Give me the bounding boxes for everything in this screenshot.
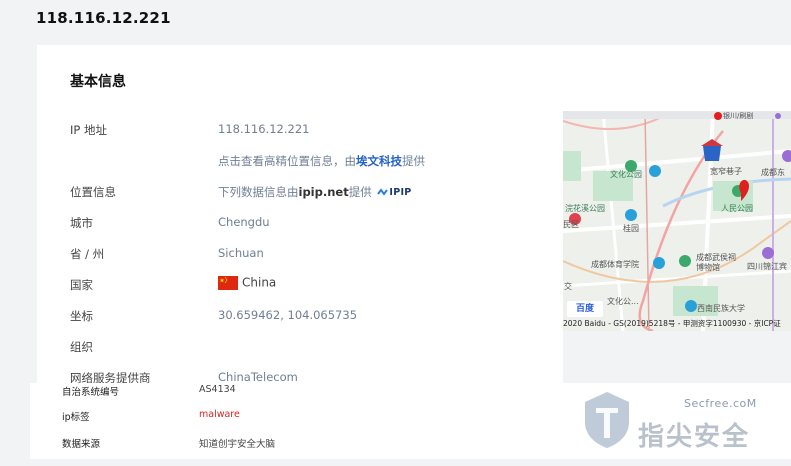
label-province: 省 / 州	[70, 247, 105, 261]
card-extension	[563, 45, 791, 111]
label-ip-tag: ip标签	[62, 412, 90, 423]
ipplus360-link[interactable]: 埃文科技	[356, 154, 402, 168]
value-coordinates: 30.659462, 104.065735	[218, 308, 358, 322]
map-label: 成都体育学院	[591, 260, 639, 269]
map-label: 成都武侯祠博物馆	[696, 253, 736, 272]
basic-info-card	[37, 45, 563, 385]
ipip-link[interactable]: ipip.net	[299, 185, 349, 199]
value-data-source: 知道创宇安全大脑	[199, 439, 276, 450]
location-source-prefix: 下列数据信息由	[218, 185, 299, 199]
china-flag-icon	[218, 275, 238, 290]
map-label: 浣花溪公园	[565, 204, 605, 213]
baidu-map-logo[interactable]: 百度	[567, 301, 603, 317]
map-label: 西南民族大学	[697, 304, 745, 313]
label-ip-address: IP 地址	[70, 123, 107, 137]
label-organization: 组织	[70, 340, 93, 354]
map-label: 成都东	[761, 168, 785, 177]
location-source-suffix: 提供	[348, 185, 372, 199]
label-location-info: 位置信息	[70, 185, 116, 199]
label-country: 国家	[70, 278, 93, 292]
ipip-logo-text: IPIP	[389, 187, 412, 198]
precise-location-suffix: 提供	[402, 154, 425, 168]
label-data-source: 数据来源	[62, 439, 101, 450]
ip-title: 118.116.12.221	[36, 9, 171, 27]
country-name: China	[242, 275, 277, 290]
value-province: Sichuan	[218, 246, 264, 260]
map-label: 四川锦江宾	[747, 262, 787, 271]
label-asn: 自治系统编号	[62, 387, 120, 398]
map-label: 银川/刷剧	[723, 112, 754, 120]
map-roads	[563, 111, 791, 331]
watermark-site: Secfree.coM	[684, 397, 757, 410]
map-label: 宽窄巷子	[710, 167, 742, 176]
watermark-brand: 指尖安全	[638, 422, 751, 452]
map-label: 民区	[563, 220, 579, 229]
map-label: 桂园	[623, 224, 639, 233]
watermark-shield-icon	[585, 392, 629, 448]
section-title: 基本信息	[70, 74, 126, 90]
ipip-logo: IPIP	[377, 187, 411, 198]
precise-location-link[interactable]: 点击查看高精位置信息，由埃文科技提供	[218, 153, 425, 169]
map-label: 文化公...	[607, 297, 639, 306]
precise-location-prefix: 点击查看高精位置信息，由	[218, 154, 356, 168]
map-copyright: 2020 Baidu - GS(2019)5218号 - 甲测资字1100930…	[563, 319, 781, 328]
map-label: 交	[564, 282, 572, 291]
value-country: China	[218, 275, 276, 290]
location-map[interactable]: 宽窄巷子 文化公园 浣花溪公园 人民公园 成都东 民区 桂园 成都体育学院 成都…	[563, 111, 791, 331]
label-city: 城市	[70, 216, 93, 230]
map-label: 文化公园	[610, 170, 642, 179]
ipip-logo-icon	[377, 188, 389, 196]
label-coordinates: 坐标	[70, 309, 93, 323]
map-label: 人民公园	[721, 204, 753, 213]
value-location-source: 下列数据信息由ipip.net提供 IPIP	[218, 184, 412, 200]
value-asn: AS4134	[199, 384, 236, 395]
value-ip-address: 118.116.12.221	[218, 122, 310, 136]
value-isp: ChinaTelecom	[218, 370, 298, 384]
value-ip-tag: malware	[199, 409, 240, 420]
value-city: Chengdu	[218, 215, 270, 229]
